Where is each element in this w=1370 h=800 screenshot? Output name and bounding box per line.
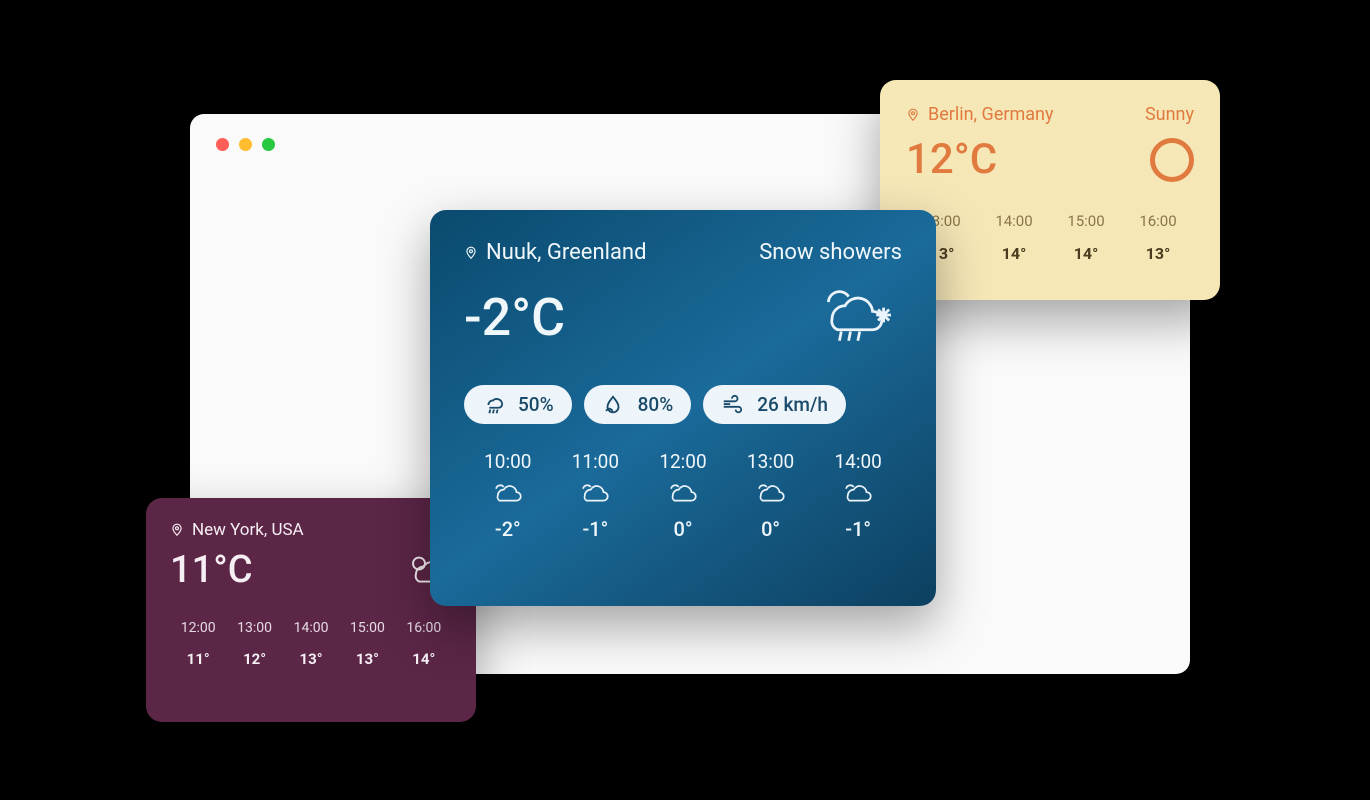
snow-showers-icon xyxy=(810,279,902,355)
forecast-hour: 16:00 14° xyxy=(396,620,452,668)
current-temperature: 11°C xyxy=(170,548,253,592)
forecast-time: 12:00 xyxy=(639,450,727,473)
cloudy-icon xyxy=(639,479,727,511)
forecast-time: 12:00 xyxy=(170,620,226,636)
current-temperature: -2°C xyxy=(464,287,565,348)
forecast-temp: 14° xyxy=(978,244,1050,263)
cloudy-icon xyxy=(464,479,552,511)
weather-card-newyork[interactable]: New York, USA C 11°C 12:00 11° 13:00 12°… xyxy=(146,498,476,722)
location-text: New York, USA xyxy=(192,520,304,540)
forecast-temp: 13° xyxy=(1122,244,1194,263)
wind-value: 26 km/h xyxy=(757,393,828,416)
forecast-temp: 11° xyxy=(170,650,226,668)
rain-icon xyxy=(482,394,504,416)
forecast-hour: 14:00 14° xyxy=(978,212,1050,263)
hourly-forecast: 12:00 11° 13:00 12° 14:00 13° 15:00 13° … xyxy=(170,620,452,668)
forecast-time: 14:00 xyxy=(283,620,339,636)
location-row: New York, USA xyxy=(170,520,304,540)
cloudy-icon xyxy=(552,479,640,511)
cloudy-icon xyxy=(814,479,902,511)
forecast-hour: 15:00 13° xyxy=(339,620,395,668)
forecast-hour: 12:00 0° xyxy=(639,450,727,541)
forecast-temp: 14° xyxy=(1050,244,1122,263)
location-text: Nuuk, Greenland xyxy=(486,240,646,265)
weather-stats: 50% 80% 26 km/h xyxy=(464,385,902,424)
location-row: Berlin, Germany xyxy=(906,104,1054,125)
forecast-hour: 13:00 12° xyxy=(226,620,282,668)
forecast-time: 15:00 xyxy=(1050,212,1122,230)
wind-icon xyxy=(721,394,743,416)
forecast-hour: 15:00 14° xyxy=(1050,212,1122,263)
forecast-temp: -2° xyxy=(464,517,552,541)
minimize-window-button[interactable] xyxy=(239,138,252,151)
forecast-hour: 11:00 -1° xyxy=(552,450,640,541)
location-pin-icon xyxy=(464,244,478,262)
forecast-time: 10:00 xyxy=(464,450,552,473)
condition-text: Sunny xyxy=(1145,104,1194,125)
location-row: Nuuk, Greenland xyxy=(464,240,646,265)
forecast-time: 14:00 xyxy=(978,212,1050,230)
forecast-temp: 13° xyxy=(283,650,339,668)
forecast-temp: 0° xyxy=(727,517,815,541)
humidity-pill: 80% xyxy=(584,385,692,424)
location-text: Berlin, Germany xyxy=(928,104,1054,125)
forecast-hour: 14:00 -1° xyxy=(814,450,902,541)
humidity-icon xyxy=(602,394,624,416)
forecast-temp: 12° xyxy=(226,650,282,668)
hourly-forecast: 10:00 -2° 11:00 -1° 12:00 0° 13:00 0° 14… xyxy=(464,450,902,541)
forecast-hour: 16:00 13° xyxy=(1122,212,1194,263)
forecast-temp: 14° xyxy=(396,650,452,668)
close-window-button[interactable] xyxy=(216,138,229,151)
forecast-temp: 13° xyxy=(339,650,395,668)
precipitation-value: 50% xyxy=(518,393,554,416)
wind-pill: 26 km/h xyxy=(703,385,846,424)
forecast-temp: -1° xyxy=(814,517,902,541)
hourly-forecast: 13:00 13° 14:00 14° 15:00 14° 16:00 13° xyxy=(906,212,1194,263)
forecast-hour: 10:00 -2° xyxy=(464,450,552,541)
location-pin-icon xyxy=(170,521,184,539)
forecast-temp: -1° xyxy=(552,517,640,541)
forecast-hour: 14:00 13° xyxy=(283,620,339,668)
precipitation-pill: 50% xyxy=(464,385,572,424)
forecast-time: 14:00 xyxy=(814,450,902,473)
window-controls xyxy=(216,138,275,151)
humidity-value: 80% xyxy=(638,393,674,416)
forecast-hour: 13:00 0° xyxy=(727,450,815,541)
forecast-time: 16:00 xyxy=(396,620,452,636)
forecast-time: 16:00 xyxy=(1122,212,1194,230)
forecast-temp: 0° xyxy=(639,517,727,541)
forecast-time: 13:00 xyxy=(226,620,282,636)
maximize-window-button[interactable] xyxy=(262,138,275,151)
forecast-time: 13:00 xyxy=(727,450,815,473)
cloudy-icon xyxy=(727,479,815,511)
sun-icon xyxy=(1150,138,1194,182)
current-temperature: 12°C xyxy=(906,135,997,184)
condition-text: Snow showers xyxy=(759,240,902,265)
forecast-hour: 12:00 11° xyxy=(170,620,226,668)
forecast-time: 15:00 xyxy=(339,620,395,636)
forecast-time: 11:00 xyxy=(552,450,640,473)
location-pin-icon xyxy=(906,106,920,124)
weather-card-nuuk[interactable]: Nuuk, Greenland Snow showers -2°C xyxy=(430,210,936,606)
